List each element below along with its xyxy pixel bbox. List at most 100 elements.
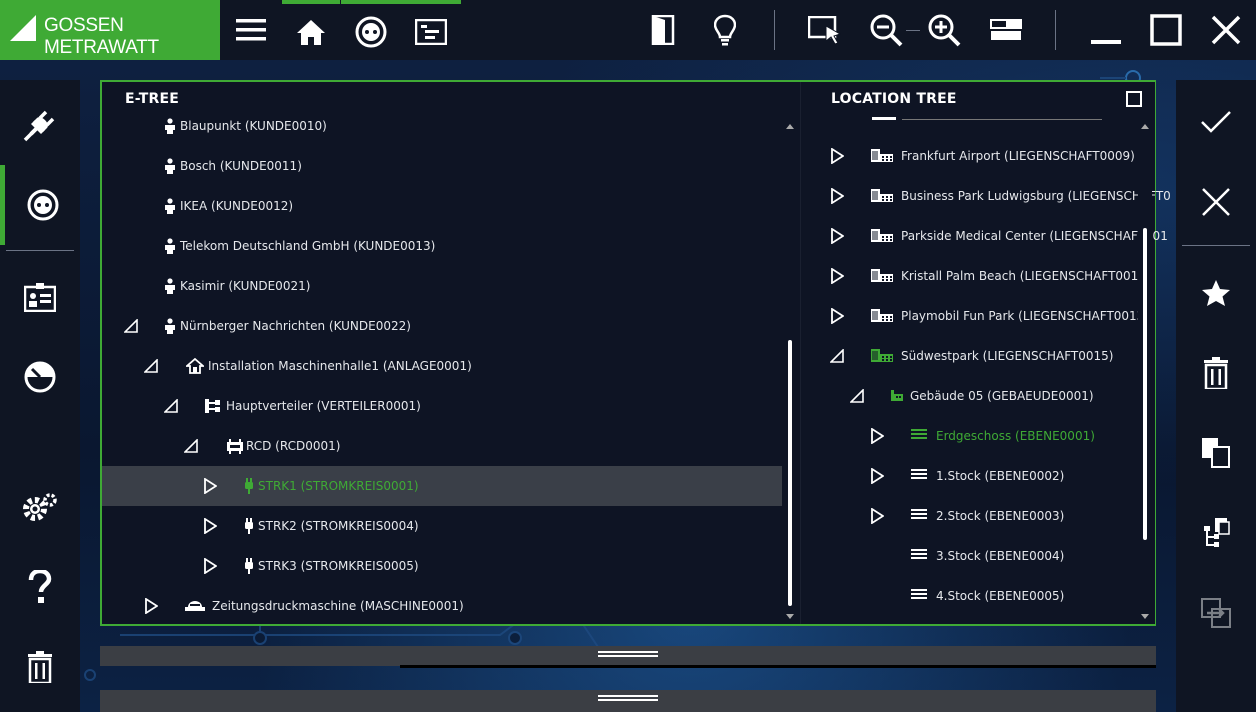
tree-row[interactable]: 1.Stock (EBENE0002) bbox=[802, 456, 1138, 496]
tree-row[interactable]: Kasimir (KUNDE0021) bbox=[102, 266, 782, 306]
location-scrollbar[interactable] bbox=[1138, 120, 1152, 624]
expand-arrow-icon[interactable] bbox=[144, 597, 159, 617]
top-toolbar: GOSSEN METRAWATT bbox=[0, 0, 1256, 60]
minimize-icon bbox=[1091, 40, 1121, 44]
location-scroll-thumb[interactable] bbox=[1143, 228, 1147, 540]
delete-button[interactable] bbox=[0, 627, 80, 707]
cancel-button[interactable] bbox=[1176, 162, 1256, 242]
property-icon bbox=[870, 308, 894, 325]
move-icon bbox=[1204, 518, 1230, 547]
splitter-grip[interactable] bbox=[598, 695, 658, 701]
confirm-button[interactable] bbox=[1176, 82, 1256, 162]
scroll-up-arrow[interactable] bbox=[786, 124, 794, 129]
favorite-button[interactable] bbox=[1176, 253, 1256, 333]
tree-row[interactable]: STRK1 (STROMKREIS0001) bbox=[102, 466, 782, 506]
select-button[interactable] bbox=[802, 0, 848, 60]
tree-row[interactable]: Südwestpark (LIEGENSCHAFT0015) bbox=[802, 336, 1138, 376]
cancel-icon bbox=[1202, 188, 1230, 216]
expand-arrow-icon[interactable] bbox=[870, 507, 885, 527]
move-button[interactable] bbox=[1176, 493, 1256, 573]
tree-row[interactable]: 4.Stock (EBENE0005) bbox=[802, 576, 1138, 616]
tree-row-label: STRK3 (STROMKREIS0005) bbox=[258, 559, 419, 573]
menu-icon bbox=[236, 19, 266, 41]
expand-arrow-icon[interactable] bbox=[870, 427, 885, 447]
socket-button[interactable] bbox=[0, 165, 80, 245]
tree-row[interactable]: Playmobil Fun Park (LIEGENSCHAFT0013) bbox=[802, 296, 1149, 336]
tree-row[interactable]: Installation Maschinenhalle1 (ANLAGE0001… bbox=[102, 346, 782, 386]
close-button[interactable] bbox=[1204, 0, 1248, 60]
expand-arrow-icon[interactable] bbox=[830, 147, 845, 167]
expand-arrow-icon[interactable] bbox=[830, 227, 845, 247]
expand-arrow-icon[interactable] bbox=[203, 557, 218, 577]
minimize-button[interactable] bbox=[1084, 0, 1128, 60]
gauge-icon bbox=[24, 361, 56, 393]
horizontal-splitter[interactable] bbox=[100, 646, 1156, 668]
layout-icon bbox=[990, 19, 1022, 40]
location-tree-checkbox[interactable] bbox=[1126, 91, 1142, 107]
circuit-icon bbox=[244, 518, 254, 537]
scroll-down-arrow[interactable] bbox=[1141, 614, 1149, 619]
sidebar-separator bbox=[6, 250, 74, 251]
scroll-up-arrow[interactable] bbox=[1141, 124, 1149, 129]
collapse-arrow-icon[interactable] bbox=[163, 398, 178, 416]
collapse-arrow-icon[interactable] bbox=[143, 358, 158, 376]
copy-button[interactable] bbox=[1176, 413, 1256, 493]
collapse-arrow-icon[interactable] bbox=[183, 438, 198, 456]
zoom-in-icon bbox=[928, 14, 961, 47]
partial-row-fragment bbox=[832, 117, 1102, 120]
settings-button[interactable] bbox=[0, 467, 80, 547]
expand-arrow-icon[interactable] bbox=[830, 307, 845, 327]
tree-row[interactable]: Zeitungsdruckmaschine (MASCHINE0001) bbox=[102, 586, 782, 626]
scroll-down-arrow[interactable] bbox=[786, 614, 794, 619]
tree-row[interactable]: STRK3 (STROMKREIS0005) bbox=[102, 546, 782, 586]
maximize-icon bbox=[1150, 14, 1182, 46]
tree-view-tab[interactable] bbox=[401, 0, 461, 60]
connect-button[interactable] bbox=[0, 85, 80, 165]
splitter-grip[interactable] bbox=[598, 651, 658, 657]
tree-row[interactable]: Business Park Ludwigsburg (LIEGENSCHAFT0 bbox=[802, 176, 1171, 216]
collapse-arrow-icon[interactable] bbox=[123, 318, 138, 336]
tree-row[interactable]: Telekom Deutschland GmbH (KUNDE0013) bbox=[102, 226, 782, 266]
transfer-button[interactable] bbox=[1176, 573, 1256, 653]
tree-row[interactable]: Gebäude 05 (GEBAEUDE0001) bbox=[802, 376, 1138, 416]
tree-row[interactable]: STRK2 (STROMKREIS0004) bbox=[102, 506, 782, 546]
tree-row[interactable]: 3.Stock (EBENE0004) bbox=[802, 536, 1138, 576]
expand-arrow-icon[interactable] bbox=[870, 467, 885, 487]
help-button[interactable] bbox=[0, 547, 80, 627]
collapse-arrow-icon[interactable] bbox=[849, 388, 864, 406]
tree-row[interactable]: Kristall Palm Beach (LIEGENSCHAFT0012) bbox=[802, 256, 1151, 296]
tree-row[interactable]: Hauptverteiler (VERTEILER0001) bbox=[102, 386, 782, 426]
expand-arrow-icon[interactable] bbox=[830, 267, 845, 287]
layout-button[interactable] bbox=[984, 0, 1028, 60]
etree-scrollbar[interactable] bbox=[783, 120, 797, 624]
tree-row[interactable]: Blaupunkt (KUNDE0010) bbox=[102, 106, 782, 146]
tree-row[interactable]: Erdgeschoss (EBENE0001) bbox=[802, 416, 1138, 456]
socket-tab[interactable] bbox=[341, 0, 401, 60]
expand-arrow-icon[interactable] bbox=[830, 187, 845, 207]
tree-row[interactable]: Bosch (KUNDE0011) bbox=[102, 146, 782, 186]
tree-row[interactable]: IKEA (KUNDE0012) bbox=[102, 186, 782, 226]
delete-item-button[interactable] bbox=[1176, 333, 1256, 413]
expand-arrow-icon[interactable] bbox=[203, 517, 218, 537]
maximize-button[interactable] bbox=[1144, 0, 1188, 60]
bottom-splitter[interactable] bbox=[100, 690, 1156, 712]
tree-row[interactable]: 2.Stock (EBENE0003) bbox=[802, 496, 1138, 536]
zoom-in-button[interactable] bbox=[922, 0, 966, 60]
etree-title: E-TREE bbox=[125, 91, 179, 107]
expand-arrow-icon[interactable] bbox=[203, 477, 218, 497]
exit-button[interactable] bbox=[640, 0, 686, 60]
measure-button[interactable] bbox=[0, 337, 80, 417]
device-button[interactable] bbox=[0, 257, 80, 337]
hint-button[interactable] bbox=[702, 0, 748, 60]
home-tab[interactable] bbox=[282, 0, 340, 60]
installation-icon bbox=[184, 357, 206, 377]
collapse-arrow-icon[interactable] bbox=[829, 348, 844, 366]
tree-row[interactable]: RCD (RCD0001) bbox=[102, 426, 782, 466]
menu-button[interactable] bbox=[226, 0, 276, 60]
tree-row[interactable]: Nürnberger Nachrichten (KUNDE0022) bbox=[102, 306, 782, 346]
etree-scroll-thumb[interactable] bbox=[788, 340, 792, 606]
tree-row[interactable]: Frankfurt Airport (LIEGENSCHAFT0009) bbox=[802, 136, 1138, 176]
left-sidebar bbox=[0, 80, 80, 712]
tree-row[interactable]: Parkside Medical Center (LIEGENSCHAFT001 bbox=[802, 216, 1168, 256]
zoom-out-button[interactable] bbox=[864, 0, 908, 60]
